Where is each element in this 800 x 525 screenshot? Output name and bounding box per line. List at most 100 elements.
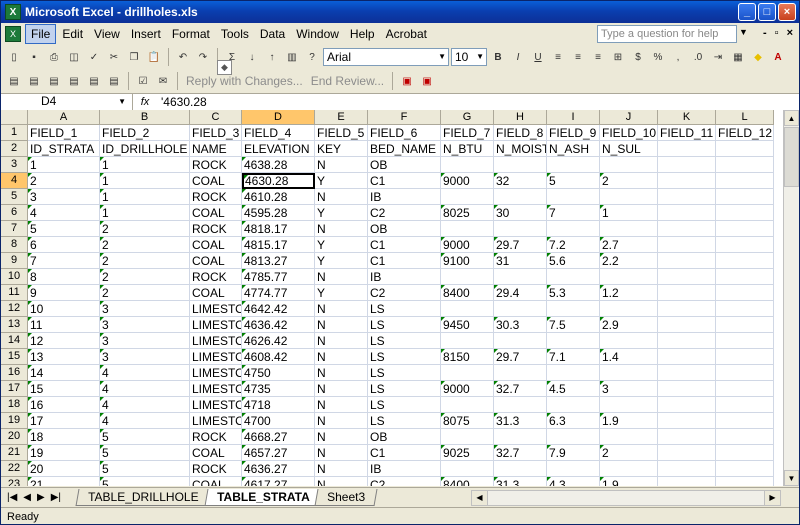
menu-edit[interactable]: Edit xyxy=(57,25,88,43)
help-search-input[interactable]: Type a question for help xyxy=(597,25,737,43)
cell[interactable]: LS xyxy=(368,397,441,413)
cell[interactable]: C2 xyxy=(368,205,441,221)
row-header[interactable]: 5 xyxy=(1,189,28,205)
cell[interactable]: COAL xyxy=(190,253,242,269)
cell[interactable] xyxy=(716,413,774,429)
send-review-icon[interactable]: ✉ xyxy=(154,72,172,90)
cell[interactable]: 2 xyxy=(600,173,658,189)
row-header[interactable]: 3 xyxy=(1,157,28,173)
cell[interactable]: 7.9 xyxy=(547,445,600,461)
cell[interactable]: LIMESTO xyxy=(190,333,242,349)
column-header-h[interactable]: H xyxy=(494,110,547,125)
cell[interactable]: 1 xyxy=(600,205,658,221)
font-color-icon[interactable]: A xyxy=(769,48,787,66)
spelling-icon[interactable]: ✓ xyxy=(85,48,103,66)
cell[interactable]: 7.5 xyxy=(547,317,600,333)
worksheet-grid[interactable]: A B C D E F G H I J K L 1 FIELD_1 FIELD_2 FIELD_3 FIELD_… xyxy=(1,110,799,486)
cell[interactable]: 4668.27 xyxy=(242,429,315,445)
cell[interactable] xyxy=(716,381,774,397)
sort-ascending-icon[interactable]: ↓ xyxy=(243,48,261,66)
document-icon[interactable]: X xyxy=(5,26,21,42)
cell[interactable]: ROCK xyxy=(190,221,242,237)
cell[interactable]: 9000 xyxy=(441,173,494,189)
increase-decimal-icon[interactable]: .0 xyxy=(689,48,707,66)
cell[interactable] xyxy=(658,205,716,221)
cell[interactable]: 8075 xyxy=(441,413,494,429)
cell[interactable]: 2.2 xyxy=(600,253,658,269)
cell[interactable] xyxy=(547,365,600,381)
cell[interactable]: ELEVATION xyxy=(242,141,315,157)
row-header[interactable]: 23 xyxy=(1,477,28,486)
cell[interactable]: N_BTU xyxy=(441,141,494,157)
cell[interactable] xyxy=(658,285,716,301)
cell[interactable]: N xyxy=(315,189,368,205)
cell[interactable] xyxy=(716,253,774,269)
cell[interactable]: 7 xyxy=(547,205,600,221)
column-header-i[interactable]: I xyxy=(547,110,600,125)
cell[interactable]: FIELD_12 xyxy=(716,125,774,141)
cell[interactable]: N xyxy=(315,301,368,317)
review-icon-4[interactable]: ▤ xyxy=(65,72,83,90)
doc-minimize-button[interactable]: - xyxy=(763,27,767,39)
cell[interactable]: N xyxy=(315,221,368,237)
cell[interactable] xyxy=(716,445,774,461)
cell[interactable]: 1.9 xyxy=(600,477,658,486)
cell[interactable]: IB xyxy=(368,189,441,205)
help-icon[interactable]: ? xyxy=(303,48,321,66)
cell[interactable] xyxy=(600,365,658,381)
cell[interactable]: 3 xyxy=(100,317,190,333)
cell[interactable]: 1.9 xyxy=(600,413,658,429)
cell[interactable]: ROCK xyxy=(190,429,242,445)
cell[interactable]: 9025 xyxy=(441,445,494,461)
cell[interactable]: 5.3 xyxy=(547,285,600,301)
cell[interactable]: ID_DRILLHOLE xyxy=(100,141,190,157)
cell[interactable]: 4 xyxy=(100,413,190,429)
cell[interactable]: LIMESTO xyxy=(190,413,242,429)
cell[interactable] xyxy=(658,381,716,397)
cell[interactable]: LIMESTO xyxy=(190,397,242,413)
cell[interactable]: 16 xyxy=(28,397,100,413)
cell[interactable] xyxy=(658,429,716,445)
cell[interactable] xyxy=(441,397,494,413)
print-icon[interactable]: ⎙ xyxy=(45,48,63,66)
cell[interactable] xyxy=(600,461,658,477)
cell[interactable]: LIMESTO xyxy=(190,365,242,381)
cell[interactable]: 17 xyxy=(28,413,100,429)
row-header[interactable]: 6 xyxy=(1,205,28,221)
cell[interactable] xyxy=(441,333,494,349)
cell[interactable]: 4815.17 xyxy=(242,237,315,253)
cell[interactable]: 5 xyxy=(28,221,100,237)
cell[interactable]: 4 xyxy=(28,205,100,221)
cell[interactable] xyxy=(547,429,600,445)
cell[interactable]: 32 xyxy=(494,173,547,189)
menu-data[interactable]: Data xyxy=(255,25,290,43)
row-header[interactable]: 15 xyxy=(1,349,28,365)
cell[interactable]: Y xyxy=(315,173,368,189)
cell[interactable]: 2 xyxy=(100,269,190,285)
cell[interactable]: 12 xyxy=(28,333,100,349)
column-header-b[interactable]: B xyxy=(100,110,190,125)
cell[interactable]: FIELD_11 xyxy=(658,125,716,141)
cell[interactable]: 11 xyxy=(28,317,100,333)
row-header[interactable]: 1 xyxy=(1,125,28,141)
cell[interactable] xyxy=(716,269,774,285)
cell[interactable] xyxy=(547,157,600,173)
cell[interactable]: N xyxy=(315,413,368,429)
copy-icon[interactable]: ❐ xyxy=(125,48,143,66)
cell[interactable]: FIELD_6 xyxy=(368,125,441,141)
cut-icon[interactable]: ✂ xyxy=(105,48,123,66)
cell[interactable]: N xyxy=(315,397,368,413)
cell[interactable]: 4610.28 xyxy=(242,189,315,205)
column-header-d[interactable]: D xyxy=(242,110,315,125)
cell[interactable] xyxy=(716,157,774,173)
cell[interactable]: 3 xyxy=(100,349,190,365)
cell[interactable]: 4700 xyxy=(242,413,315,429)
cell[interactable] xyxy=(716,205,774,221)
row-header[interactable]: 10 xyxy=(1,269,28,285)
reply-with-changes-button[interactable]: Reply with Changes... xyxy=(183,74,306,88)
underline-icon[interactable]: U xyxy=(529,48,547,66)
cell[interactable]: 9000 xyxy=(441,381,494,397)
scroll-left-icon[interactable]: ◀ xyxy=(472,491,488,505)
fill-color-icon[interactable]: ◆ xyxy=(749,48,767,66)
row-header[interactable]: 9 xyxy=(1,253,28,269)
